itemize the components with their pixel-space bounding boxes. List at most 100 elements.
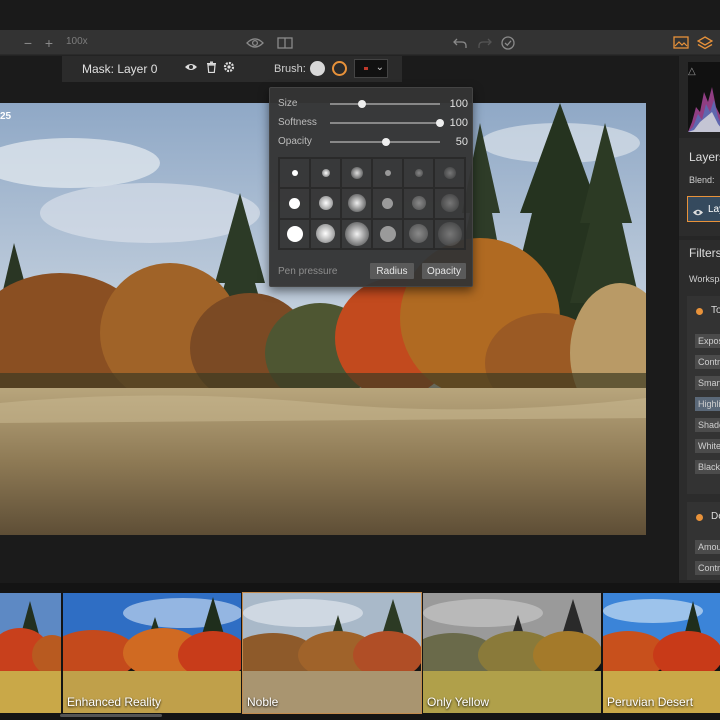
pen-pressure-label: Pen pressure [278,266,338,277]
preset-label: Noble [247,695,279,709]
workspace-label: Workspace [689,274,720,284]
trash-icon[interactable] [204,61,218,75]
redo-icon[interactable] [477,34,493,51]
layers-title: Layers [689,150,720,164]
toolbar: − + 100x [0,30,720,55]
split-view-icon[interactable] [276,34,294,51]
zoom-in-icon[interactable]: + [43,34,55,51]
svg-text:△: △ [688,66,696,77]
canvas-corner-number: 25 [0,111,12,122]
brush-preset[interactable] [372,158,403,189]
tone-item-shadows[interactable]: Shadows [695,418,720,432]
brush-preset[interactable] [279,218,310,249]
softness-value: 100 [449,117,468,129]
brush-preset[interactable] [279,158,310,189]
pen-pressure-opacity-button[interactable]: Opacity [422,263,466,279]
app-window: − + 100x 25 Mask: Layer 0 Brush: ⌄ Size … [0,0,720,720]
zoom-out-icon[interactable]: − [22,34,34,51]
gear-icon[interactable] [222,61,236,75]
softness-label: Softness [278,117,317,128]
preset-thumbnail[interactable]: Enhanced Reality [63,593,241,713]
tone-enabled-indicator[interactable] [696,308,703,315]
check-circle-icon[interactable] [500,34,516,51]
tone-item-highlights[interactable]: Highlights [695,397,720,411]
size-value: 100 [449,98,468,110]
brush-paint-mode[interactable] [310,61,325,76]
softness-slider[interactable]: Softness 100 [278,115,468,131]
mask-visibility-eye-icon[interactable] [184,61,198,75]
tone-item-exposure[interactable]: Exposure [695,334,720,348]
preset-label: Peruvian Desert [607,695,694,709]
softness-track[interactable] [330,122,440,124]
tone-item-smart-tone[interactable]: Smart Tone [695,376,720,390]
layers-section: Layers Blend: Layer 0 [679,138,720,236]
filmstrip: Enhanced Reality Noble Only Yellow Peruv… [0,583,720,720]
brush-preset[interactable] [341,218,372,249]
brush-erase-mode[interactable] [332,61,347,76]
details-item-amount[interactable]: Amount [695,540,720,554]
size-label: Size [278,98,298,109]
brush-preset[interactable] [434,158,465,189]
brush-preset[interactable] [403,188,434,219]
layer-visibility-eye-icon[interactable] [692,204,704,222]
preset-label: Enhanced Reality [67,695,162,709]
histogram: △ [688,62,720,132]
brush-preset[interactable] [310,188,341,219]
undo-icon[interactable] [452,34,468,51]
brush-preset[interactable] [403,158,434,189]
opacity-knob[interactable] [382,138,390,146]
filmstrip-scrollbar[interactable] [60,714,162,717]
opacity-value: 50 [455,136,468,148]
brush-preset[interactable] [341,188,372,219]
brush-preset-dropdown[interactable]: ⌄ [354,59,388,78]
tone-group: Tone Exposure Contrast Smart Tone Highli… [687,296,720,494]
brush-preset[interactable] [310,158,341,189]
preset-thumbnail[interactable] [0,593,61,713]
tone-item-contrast[interactable]: Contrast [695,355,720,369]
filters-title: Filters [689,246,720,260]
zoom-level: 100x [66,36,88,47]
title-strip [0,0,720,30]
brush-settings-popover: Size 100 Softness 100 Opacity 50 Pen pre… [269,87,473,287]
layers-icon[interactable] [696,34,714,51]
size-slider[interactable]: Size 100 [278,96,468,112]
details-group-title: Details [711,511,720,522]
mask-bar: Mask: Layer 0 Brush: ⌄ [62,56,402,82]
mask-title: Mask: Layer 0 [82,62,158,76]
opacity-slider[interactable]: Opacity 50 [278,134,468,150]
image-icon[interactable] [672,34,690,51]
eye-icon[interactable] [245,34,265,51]
size-track[interactable] [330,103,440,105]
softness-knob[interactable] [436,119,444,127]
tone-item-whites[interactable]: Whites [695,439,720,453]
brush-preset-grid [278,157,466,250]
brush-color-swatch [364,67,368,70]
right-panel: △ Layers Blend: Layer 0 Filters Workspac… [678,56,720,583]
blend-label: Blend: [689,175,715,185]
brush-preset[interactable] [372,218,403,249]
details-item-contrast[interactable]: Contrast [695,561,720,575]
details-enabled-indicator[interactable] [696,514,703,521]
details-group: Details Amount Contrast [687,502,720,580]
brush-preset[interactable] [279,188,310,219]
layer-row[interactable]: Layer 0 [687,196,720,222]
filters-section: Filters Workspace Tone Exposure Contrast… [679,240,720,580]
tone-item-blacks[interactable]: Blacks [695,460,720,474]
chevron-down-icon: ⌄ [375,62,384,73]
layer-name: Layer 0 [708,204,720,215]
brush-preset[interactable] [372,188,403,219]
brush-label: Brush: [274,63,306,75]
preset-thumbnail[interactable]: Only Yellow [423,593,601,713]
tone-group-title: Tone [711,305,720,316]
brush-preset[interactable] [310,218,341,249]
brush-preset[interactable] [403,218,434,249]
opacity-label: Opacity [278,136,312,147]
preset-thumbnail[interactable]: Peruvian Desert [603,593,720,713]
preset-thumbnail-selected[interactable]: Noble [242,592,422,714]
pen-pressure-radius-button[interactable]: Radius [370,263,414,279]
size-knob[interactable] [358,100,366,108]
preset-label: Only Yellow [427,695,490,709]
brush-preset[interactable] [341,158,372,189]
brush-preset[interactable] [434,218,465,249]
brush-preset[interactable] [434,188,465,219]
